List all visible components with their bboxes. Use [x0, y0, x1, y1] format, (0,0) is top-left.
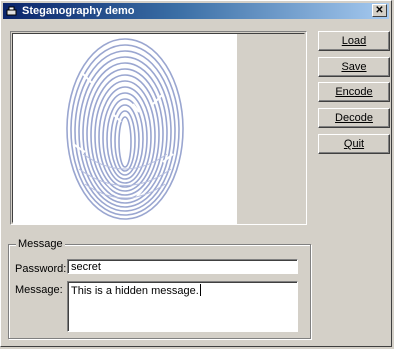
window-title: Steganography demo [22, 5, 135, 17]
close-icon: ✕ [375, 4, 384, 16]
load-button[interactable]: Load [318, 31, 390, 51]
image-panel [10, 31, 307, 225]
decode-button[interactable]: Decode [318, 108, 390, 128]
message-label: Message: [15, 284, 63, 296]
title-bar[interactable]: Steganography demo ✕ [3, 3, 389, 19]
image-frame [12, 33, 305, 224]
fingerprint-image [13, 34, 237, 224]
message-group-label: Message [16, 238, 65, 250]
save-button[interactable]: Save [318, 57, 390, 77]
app-icon [5, 4, 19, 18]
text-caret [199, 284, 201, 296]
password-label: Password: [15, 263, 67, 275]
password-input[interactable]: secret [67, 259, 298, 274]
encode-button[interactable]: Encode [318, 82, 390, 102]
message-text: This is a hidden message. [71, 285, 199, 297]
app-window: Steganography demo ✕ Load Save Encode De… [0, 0, 392, 347]
message-textarea[interactable]: This is a hidden message. [67, 281, 298, 332]
close-button[interactable]: ✕ [372, 4, 387, 17]
quit-button[interactable]: Quit [318, 134, 390, 154]
